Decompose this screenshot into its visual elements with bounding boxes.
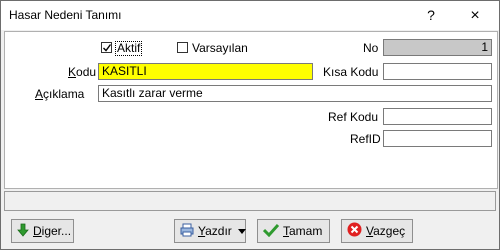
check-mark-icon: [103, 44, 112, 52]
checkmark-icon: [262, 223, 280, 240]
vazgec-button-label: Vazgeç: [366, 224, 406, 238]
ref-kodu-label: Ref Kodu: [328, 110, 379, 124]
status-bar: [4, 191, 496, 211]
help-button[interactable]: ?: [409, 1, 453, 30]
varsayilan-label: Varsayılan: [192, 41, 248, 55]
vazgec-button[interactable]: Vazgeç: [341, 219, 413, 243]
yazdir-button-label: Yazdır: [198, 224, 232, 238]
refid-input[interactable]: [383, 130, 492, 147]
diger-button-label: Diger...: [33, 224, 72, 238]
ref-kodu-input[interactable]: [383, 108, 492, 125]
kisa-kodu-label: Kısa Kodu: [323, 65, 379, 79]
dropdown-arrow-icon[interactable]: [237, 224, 246, 238]
yazdir-button[interactable]: Yazdır: [174, 219, 246, 243]
close-button[interactable]: ×: [453, 1, 497, 30]
varsayilan-checkbox[interactable]: [177, 42, 188, 53]
aciklama-input[interactable]: Kasıtlı zarar verme: [98, 85, 492, 102]
cancel-icon: [347, 222, 362, 240]
refid-label: RefID: [350, 132, 381, 146]
kodu-input[interactable]: KASITLI: [98, 63, 313, 80]
aciklama-label: Açıklama: [35, 87, 85, 101]
printer-icon: [180, 223, 194, 240]
arrow-down-icon: [17, 223, 29, 240]
window-title: Hasar Nedeni Tanımı: [9, 8, 122, 22]
aktif-label: Aktif: [115, 41, 143, 56]
dialog-window: Hasar Nedeni Tanımı ? × Aktif Varsayılan…: [0, 0, 500, 250]
tamam-button[interactable]: Tamam: [257, 219, 330, 243]
kisa-kodu-input[interactable]: [383, 63, 492, 80]
title-bar: Hasar Nedeni Tanımı ? ×: [1, 1, 499, 30]
diger-button[interactable]: Diger...: [11, 219, 74, 243]
kodu-label: Kodu: [68, 65, 97, 79]
no-field: 1: [383, 39, 492, 56]
tamam-button-label: Tamam: [283, 224, 323, 238]
aktif-checkbox[interactable]: [101, 42, 112, 53]
form-panel: Aktif Varsayılan No 1 Kodu KASITLI Kısa …: [4, 31, 498, 189]
no-label: No: [363, 41, 379, 55]
